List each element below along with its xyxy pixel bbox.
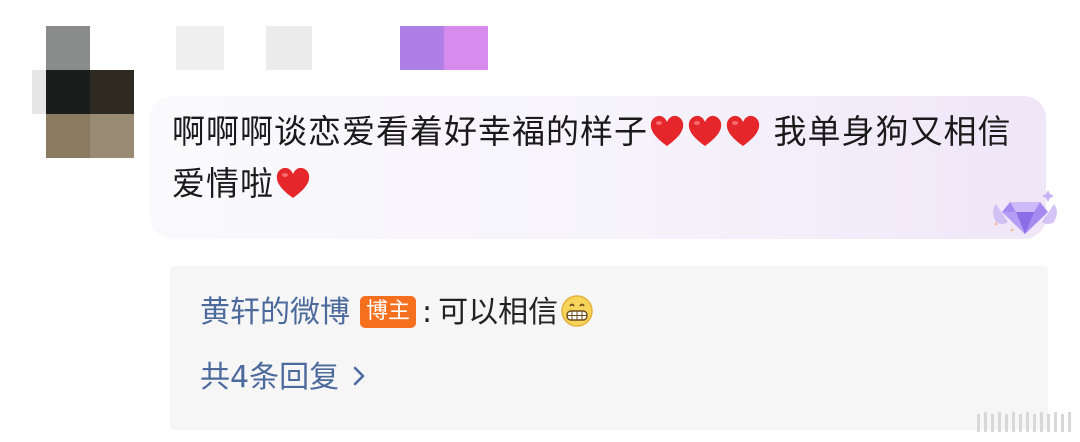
avatar-pixel <box>46 114 90 158</box>
avatar-pixel <box>46 26 90 70</box>
chevron-right-icon <box>353 366 365 386</box>
reply-text: 可以相信 <box>438 295 559 330</box>
username-mosaic <box>444 26 488 70</box>
comment-text-part1: 啊啊啊谈恋爱看着好幸福的样子 <box>172 112 648 151</box>
reply-line: 黄轩的微博 博主: 可以相信 <box>200 291 594 335</box>
username-mosaic[interactable] <box>176 26 224 70</box>
author-badge: 博主 <box>360 296 417 328</box>
heart-emoji-icon <box>650 115 684 146</box>
avatar-pixel <box>46 70 90 114</box>
heart-emoji-icon <box>688 115 722 146</box>
purple-gem-badge-icon <box>993 190 1057 234</box>
reply-separator: : <box>422 295 433 330</box>
avatar-pixel <box>90 70 134 114</box>
username-mosaic <box>266 26 312 70</box>
username-mosaic <box>400 26 444 70</box>
comment-text[interactable]: 啊啊啊谈恋爱看着好幸福的样子 我单身狗又相信爱情啦 <box>172 106 1022 210</box>
grin-emoji-icon <box>561 295 593 327</box>
reply-count-label: 共4条回复 <box>200 360 340 395</box>
heart-emoji-icon <box>276 167 310 198</box>
avatar[interactable] <box>32 26 134 158</box>
avatar-pixel <box>90 114 134 158</box>
heart-emoji-icon <box>726 115 760 146</box>
avatar-pixel <box>32 70 46 114</box>
watermark <box>975 408 1075 436</box>
reply-author-link[interactable]: 黄轩的微博 <box>200 295 350 330</box>
view-all-replies-link[interactable]: 共4条回复 <box>200 356 367 400</box>
